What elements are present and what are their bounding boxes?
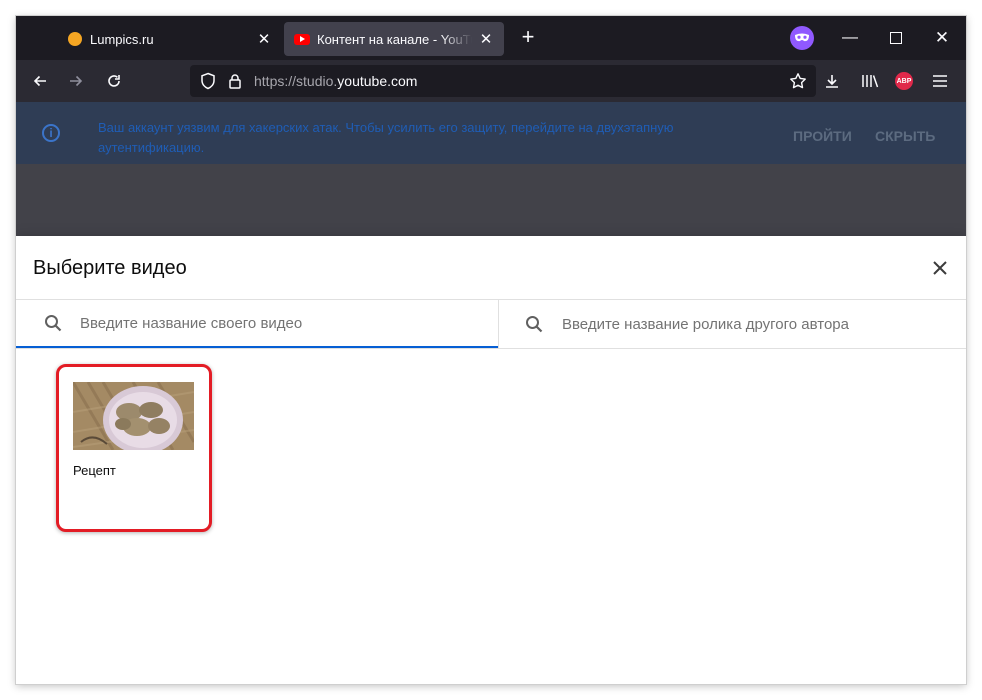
browser-window: Lumpics.ru ✕ Контент на канале - YouTube… — [16, 16, 966, 684]
search-other-input[interactable] — [562, 309, 942, 339]
tab-close-icon[interactable]: ✕ — [256, 31, 272, 48]
private-mask-icon[interactable] — [790, 26, 814, 50]
video-card[interactable]: Рецепт — [56, 364, 212, 532]
maximize-icon[interactable] — [882, 24, 910, 52]
tracking-shield-icon[interactable] — [198, 71, 218, 91]
info-icon: i — [42, 124, 60, 142]
search-own-input[interactable] — [80, 308, 460, 338]
tab-youtube-studio[interactable]: Контент на канале - YouTube Studio ✕ — [284, 22, 504, 56]
youtube-favicon-icon — [294, 33, 310, 45]
minimize-icon[interactable]: — — [836, 24, 864, 52]
forward-arrow-icon[interactable] — [62, 67, 90, 95]
banner-go-button[interactable]: ПРОЙТИ — [793, 128, 852, 144]
lock-icon[interactable] — [226, 71, 244, 91]
new-tab-plus-icon[interactable]: + — [516, 26, 540, 50]
video-thumbnail[interactable] — [73, 382, 194, 450]
search-own-videos[interactable] — [16, 300, 498, 348]
tab-title: Контент на канале - YouTube Studio — [317, 31, 472, 47]
hamburger-menu-icon[interactable] — [926, 67, 954, 95]
dialog-title: Выберите видео — [33, 257, 187, 279]
url-prefix: https://studio. — [254, 73, 338, 89]
lumpics-favicon-icon — [68, 32, 82, 46]
tab-lumpics[interactable]: Lumpics.ru ✕ — [58, 22, 282, 56]
close-icon[interactable] — [928, 256, 952, 280]
window-close-icon[interactable]: ✕ — [928, 24, 956, 52]
page-background: i Ваш аккаунт уязвим для хакерских атак.… — [16, 102, 966, 684]
search-other-videos[interactable] — [498, 300, 966, 348]
address-bar[interactable]: https://studio.youtube.com — [190, 65, 816, 97]
video-title: Рецепт — [73, 463, 116, 478]
search-icon — [42, 312, 64, 334]
tab-close-icon[interactable]: ✕ — [478, 31, 494, 48]
banner-text: Ваш аккаунт уязвим для хакерских атак. Ч… — [98, 120, 674, 155]
bookmark-star-icon[interactable] — [788, 71, 808, 91]
url-text[interactable]: https://studio.youtube.com — [254, 73, 417, 89]
url-host: youtube.com — [337, 73, 418, 89]
tab-bar: Lumpics.ru ✕ Контент на канале - YouTube… — [16, 16, 966, 60]
reload-icon[interactable] — [100, 67, 128, 95]
library-icon[interactable] — [856, 67, 884, 95]
back-arrow-icon[interactable] — [26, 67, 54, 95]
navigation-bar: https://studio.youtube.com ABP — [16, 60, 966, 102]
security-banner: i Ваш аккаунт уязвим для хакерских атак.… — [16, 102, 966, 164]
adblock-plus-icon[interactable]: ABP — [895, 72, 913, 90]
banner-hide-button[interactable]: СКРЫТЬ — [875, 128, 935, 144]
downloads-icon[interactable] — [818, 67, 846, 95]
search-icon — [523, 313, 545, 335]
search-tabs — [16, 300, 966, 349]
tab-title: Lumpics.ru — [90, 31, 154, 47]
select-video-dialog: Выберите видео Введите название своего в… — [16, 236, 966, 684]
